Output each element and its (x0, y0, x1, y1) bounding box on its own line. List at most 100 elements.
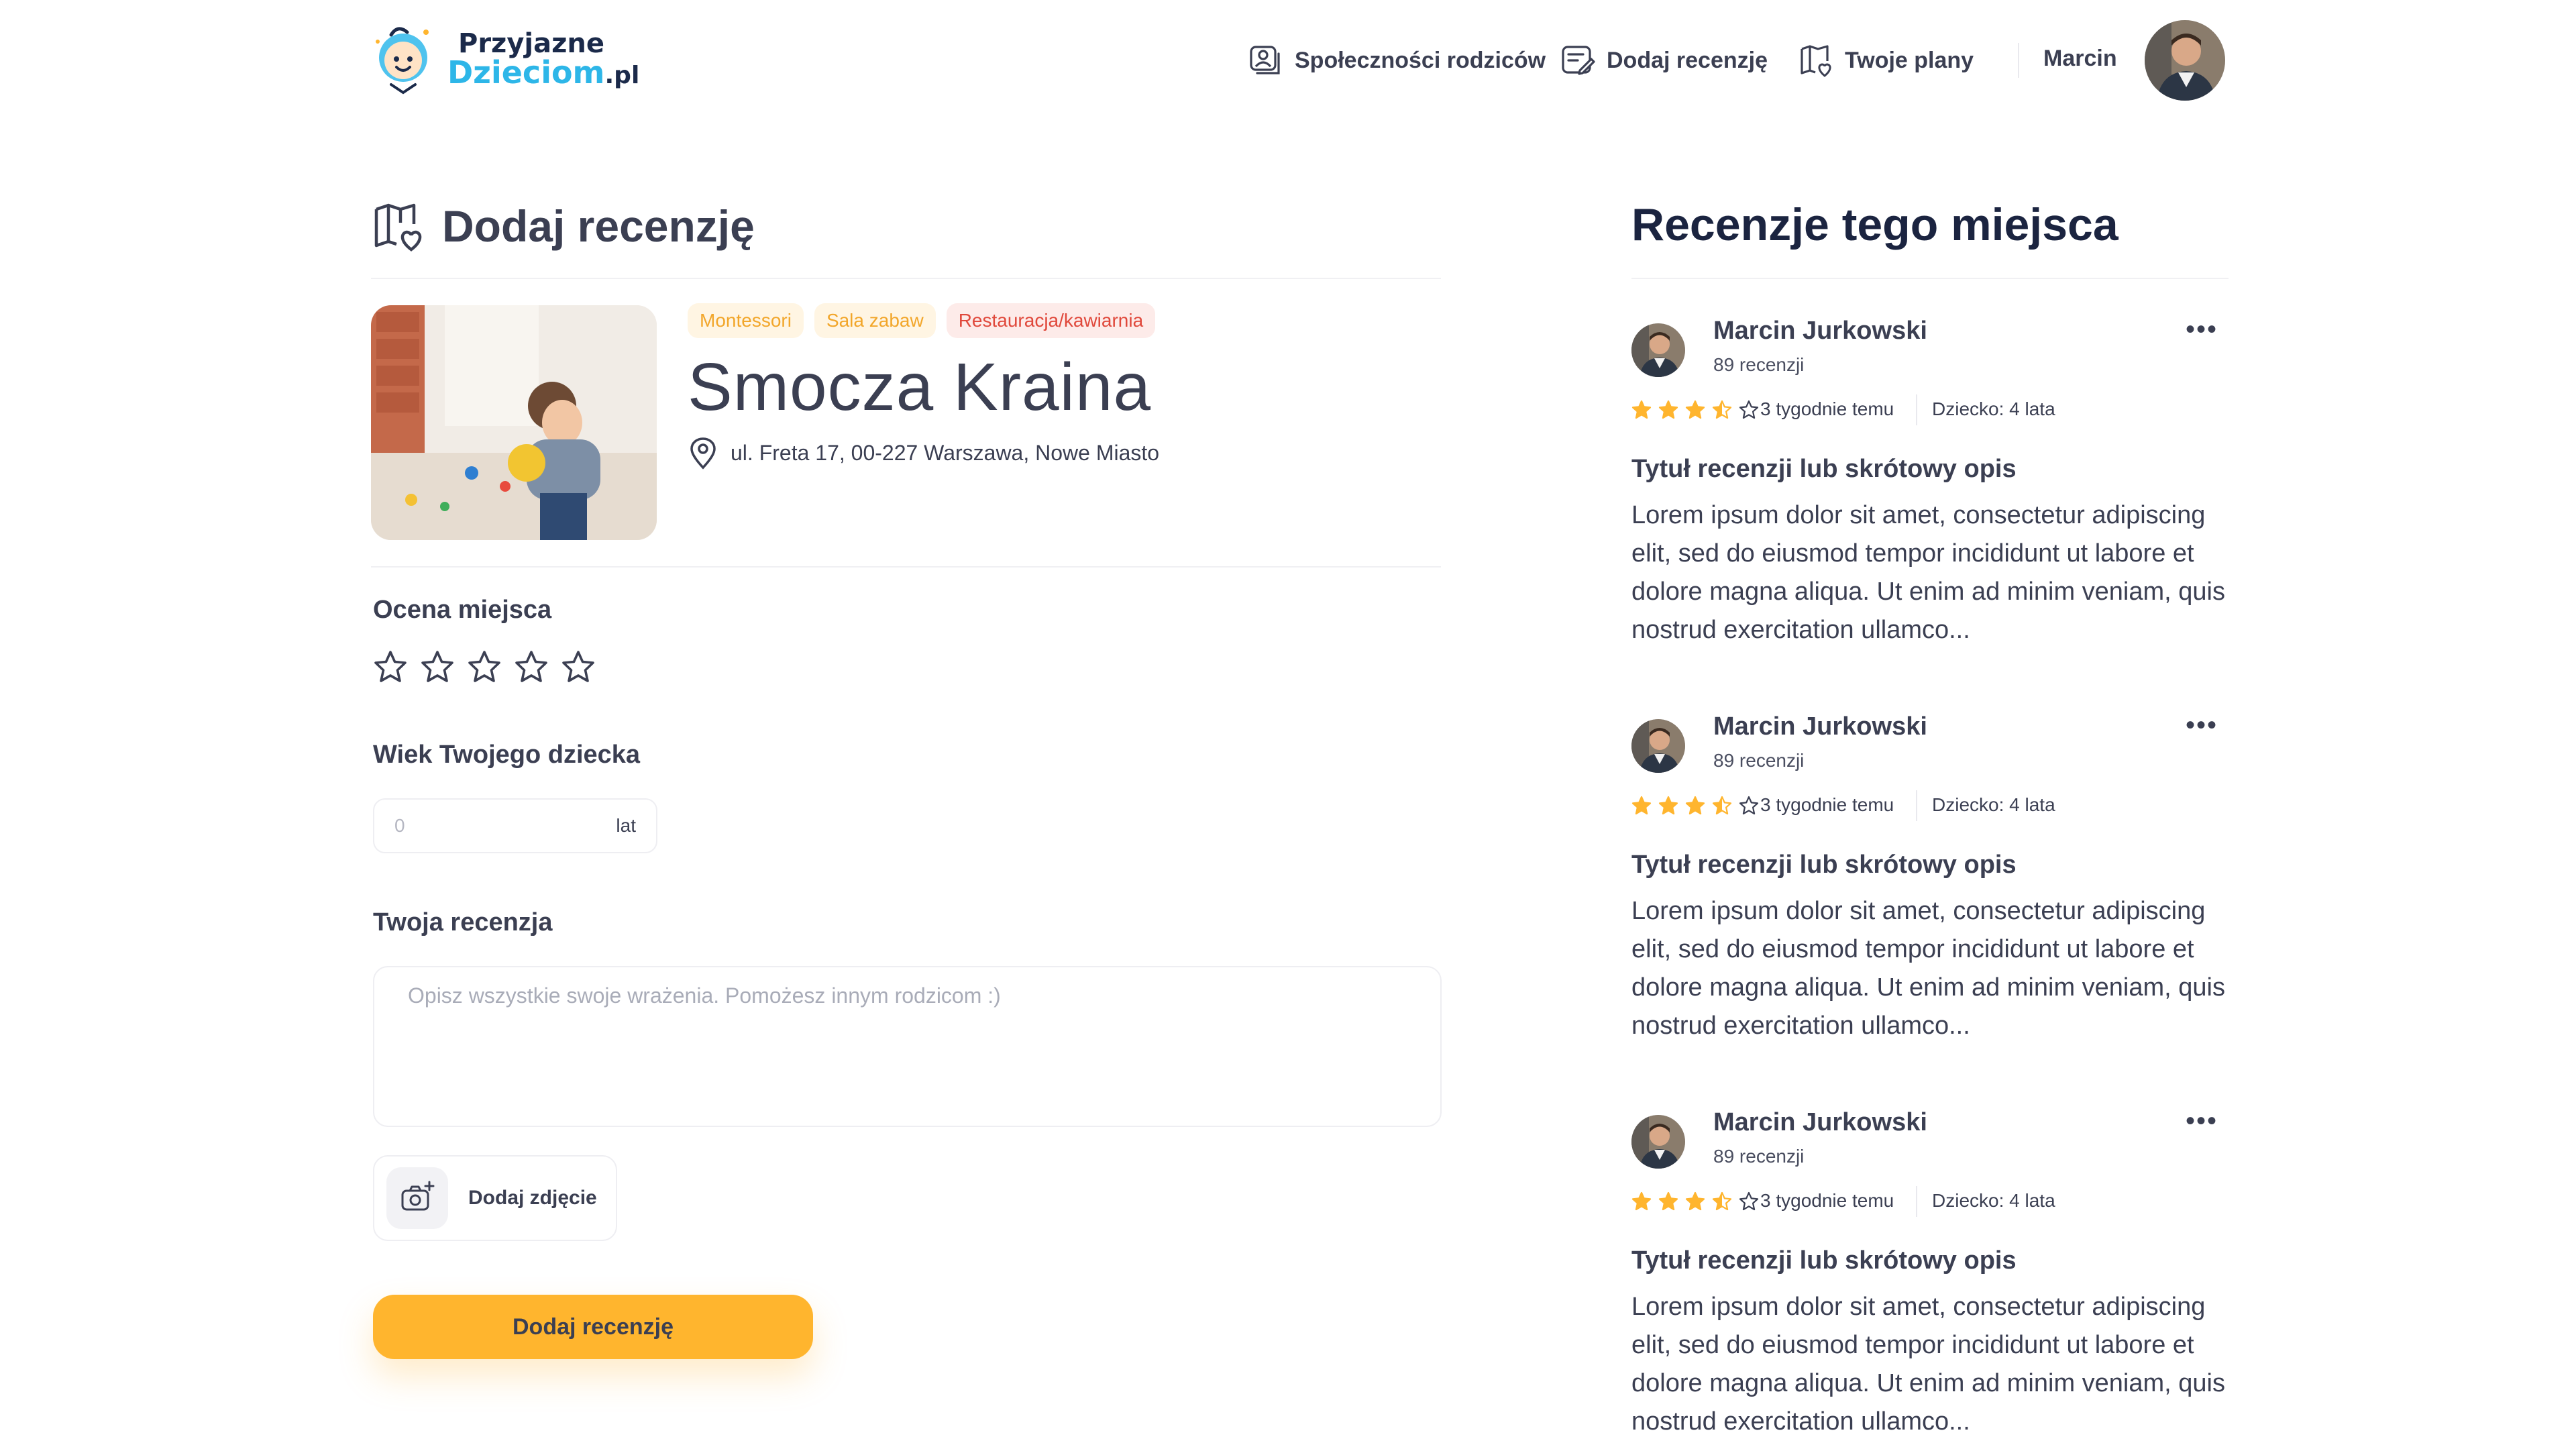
tag-montessori[interactable]: Montessori (688, 303, 804, 338)
camera-plus-icon (401, 1181, 435, 1211)
review-card: Marcin Jurkowski 89 recenzji ••• 3 tygod… (1631, 702, 2229, 1051)
nav-community[interactable]: Społeczności rodziców (1248, 34, 1546, 87)
place-name: Smocza Kraina (688, 350, 1152, 425)
reviewer-name[interactable]: Marcin Jurkowski (1713, 317, 1927, 345)
separator (1916, 394, 1917, 425)
review-rating (1631, 400, 1759, 420)
review-body: Lorem ipsum dolor sit amet, consectetur … (1631, 897, 2225, 1040)
reviewer-name[interactable]: Marcin Jurkowski (1713, 1108, 1927, 1137)
map-heart-icon (374, 203, 422, 252)
nav-item-community[interactable]: Społeczności rodziców (1248, 42, 1546, 78)
community-icon (1250, 46, 1280, 74)
age-label: Wiek Twojego dziecka (373, 741, 641, 769)
tag-playroom[interactable]: Sala zabaw (814, 303, 936, 338)
reviewer-review-count: 89 recenzji (1713, 354, 1805, 375)
star-filled-icon (1685, 796, 1705, 815)
site-logo[interactable]: Przyjazne Dzieciom.pl (371, 19, 639, 99)
top-header: Przyjazne Dzieciom.pl Społeczności rodzi… (0, 0, 2576, 121)
place-address: ul. Freta 17, 00-227 Warszawa, Nowe Mias… (688, 436, 1159, 470)
reviewer-avatar[interactable] (1631, 1115, 1685, 1169)
nav-plans[interactable]: Twoje plany (1798, 34, 1974, 87)
star-outline-icon[interactable] (373, 649, 408, 684)
nav-divider (2018, 43, 2019, 78)
nav-label-community: Społeczności rodziców (1295, 47, 1546, 73)
review-date: 3 tygodnie temu (1760, 398, 1894, 419)
review-title: Tytuł recenzji lub skrótowy opis (1631, 851, 2017, 879)
star-filled-icon (1658, 400, 1678, 419)
star-filled-icon (1658, 1191, 1678, 1211)
review-rating (1631, 796, 1759, 816)
review-child-age: Dziecko: 4 lata (1932, 794, 2055, 815)
age-unit: lat (616, 815, 636, 836)
star-outline-icon (1739, 400, 1759, 419)
review-textarea[interactable] (408, 983, 1407, 1110)
reviewer-avatar[interactable] (1631, 719, 1685, 773)
star-filled-icon (1685, 400, 1705, 419)
tag-restaurant[interactable]: Restauracja/kawiarnia (946, 303, 1156, 338)
reviewer-review-count: 89 recenzji (1713, 750, 1805, 771)
rating-label: Ocena miejsca (373, 596, 552, 624)
star-outline-icon[interactable] (561, 649, 596, 684)
star-filled-icon (1658, 796, 1678, 815)
review-child-age: Dziecko: 4 lata (1932, 398, 2055, 419)
star-outline-icon (1739, 796, 1759, 815)
reviewer-name[interactable]: Marcin Jurkowski (1713, 712, 1927, 741)
nav-item-plans[interactable]: Twoje plany (1798, 42, 1974, 78)
plans-icon (1801, 45, 1831, 77)
review-date: 3 tygodnie temu (1760, 794, 1894, 815)
logo-line1: Przyjazne (458, 28, 604, 59)
star-outline-icon[interactable] (514, 649, 549, 684)
reviewer-avatar[interactable] (1631, 323, 1685, 377)
divider (1631, 278, 2229, 279)
review-more-options-button[interactable]: ••• (2182, 1108, 2222, 1138)
logo-line2: Dzieciom.pl (447, 57, 639, 88)
star-filled-icon (1685, 1191, 1705, 1211)
review-title: Tytuł recenzji lub skrótowy opis (1631, 1246, 2017, 1275)
nav-add-review[interactable]: Dodaj recenzję (1560, 34, 1768, 87)
page-title: Dodaj recenzję (442, 201, 755, 251)
age-input[interactable] (394, 815, 596, 837)
logo-wordmark: Przyjazne Dzieciom.pl (447, 30, 639, 88)
divider (371, 566, 1441, 568)
nav-item-add-review[interactable]: Dodaj recenzję (1560, 42, 1768, 78)
logo-suffix: .pl (604, 62, 640, 89)
review-body: Lorem ipsum dolor sit amet, consectetur … (1631, 1293, 2225, 1436)
add-photo-label: Dodaj zdjęcie (468, 1187, 597, 1209)
star-half-icon (1712, 400, 1732, 419)
reviewer-review-count: 89 recenzji (1713, 1146, 1805, 1167)
review-more-options-button[interactable]: ••• (2182, 316, 2222, 346)
reviews-title: Recenzje tego miejsca (1631, 199, 2118, 250)
review-label: Twoja recenzja (373, 908, 553, 936)
location-pin-icon (690, 437, 716, 470)
rating-input[interactable] (373, 649, 596, 684)
age-field[interactable]: lat (373, 798, 657, 853)
review-body: Lorem ipsum dolor sit amet, consectetur … (1631, 501, 2225, 644)
separator (1916, 1186, 1917, 1217)
add-photo-button[interactable]: Dodaj zdjęcie (373, 1155, 617, 1241)
separator (1916, 790, 1917, 821)
user-avatar[interactable] (2145, 20, 2225, 101)
review-title: Tytuł recenzji lub skrótowy opis (1631, 455, 2017, 483)
star-outline-icon[interactable] (467, 649, 502, 684)
divider (371, 278, 1441, 279)
review-icon (1562, 46, 1595, 75)
star-half-icon (1712, 1191, 1732, 1211)
review-date: 3 tygodnie temu (1760, 1190, 1894, 1211)
nav-label-add-review: Dodaj recenzję (1607, 47, 1768, 73)
place-tags: Montessori Sala zabaw Restauracja/kawiar… (688, 303, 1156, 338)
review-field[interactable] (373, 966, 1442, 1127)
star-filled-icon (1631, 1191, 1652, 1211)
star-half-icon (1712, 796, 1732, 815)
place-address-text: ul. Freta 17, 00-227 Warszawa, Nowe Mias… (731, 440, 1160, 465)
user-name[interactable]: Marcin (2043, 46, 2117, 72)
review-card: Marcin Jurkowski 89 recenzji ••• 3 tygod… (1631, 1097, 2229, 1446)
star-filled-icon (1631, 400, 1652, 419)
nav-label-plans: Twoje plany (1845, 47, 1974, 73)
place-photo (371, 305, 657, 540)
submit-review-button[interactable]: Dodaj recenzję (373, 1295, 813, 1359)
star-outline-icon[interactable] (420, 649, 455, 684)
review-more-options-button[interactable]: ••• (2182, 712, 2222, 742)
star-filled-icon (1631, 796, 1652, 815)
review-child-age: Dziecko: 4 lata (1932, 1190, 2055, 1211)
review-card: Marcin Jurkowski 89 recenzji ••• 3 tygod… (1631, 306, 2229, 655)
